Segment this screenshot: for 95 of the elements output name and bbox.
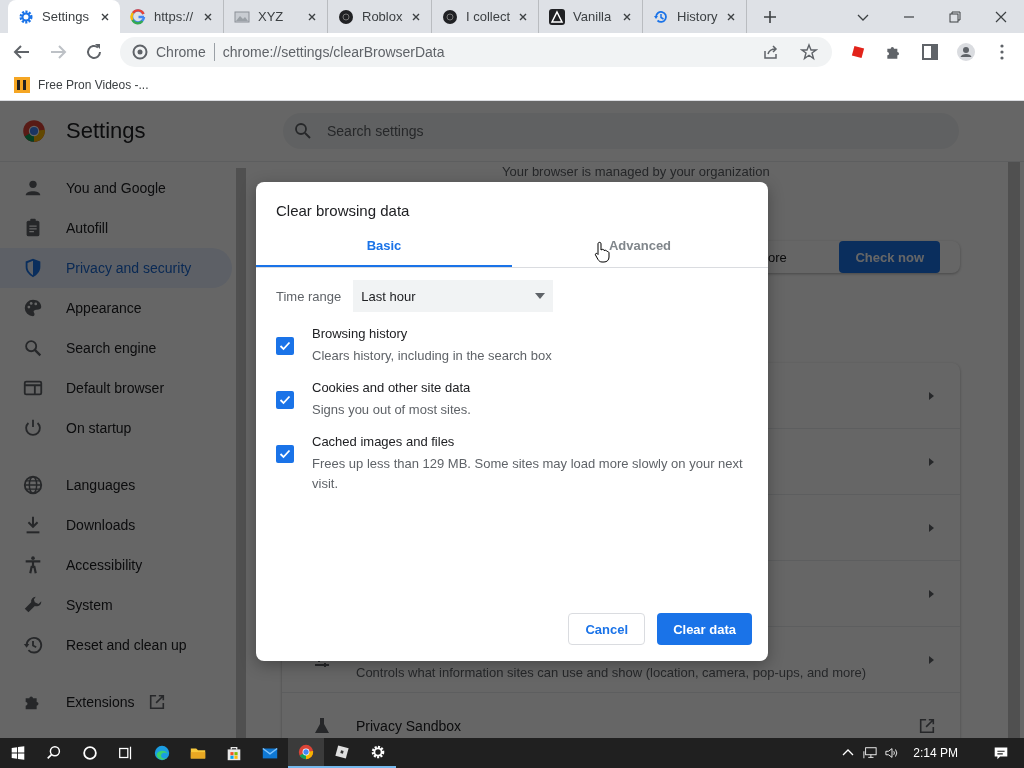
search-field[interactable]: Search settings: [283, 113, 959, 149]
nav-item[interactable]: Reset and clean up: [0, 625, 232, 665]
arrow-right-icon[interactable]: [926, 390, 936, 401]
address-bar[interactable]: Chrome chrome://settings/clearBrowserData: [120, 36, 832, 67]
nav-item[interactable]: Privacy and security: [0, 248, 232, 288]
browser-tab[interactable]: Settings: [8, 0, 120, 33]
history-icon: [653, 8, 670, 25]
option-label: Browsing history: [312, 326, 409, 342]
arrow-right-icon[interactable]: [926, 588, 936, 599]
image-icon: [234, 8, 250, 25]
dark-circle-icon: [442, 8, 458, 25]
caret-icon: [535, 293, 546, 299]
option-description: Signs you out of most sites.: [312, 401, 471, 419]
flask-icon: [312, 715, 332, 736]
nav-item[interactable]: Languages: [0, 465, 232, 505]
shopping-bag-icon: [225, 744, 243, 762]
page-title: Settings: [66, 118, 146, 144]
history-icon: [22, 634, 44, 656]
close-icon[interactable]: [622, 11, 633, 22]
scrollbar[interactable]: [236, 168, 246, 738]
taskbar-app[interactable]: [288, 738, 324, 768]
clock-time[interactable]: 2:14 PM: [913, 746, 958, 760]
search-icon: [293, 121, 313, 141]
arrow-right-icon[interactable]: [926, 654, 936, 665]
bookmark[interactable]: Free Pron Videos -...: [14, 77, 149, 93]
google-g-icon: [130, 8, 146, 25]
gear-icon: [369, 743, 387, 761]
nav-item[interactable]: Search engine: [0, 328, 232, 368]
hand-cursor-icon: [594, 241, 610, 263]
globe-icon: [22, 474, 44, 496]
tab-title: Settings: [42, 9, 90, 24]
nav-item[interactable]: Downloads: [0, 505, 232, 545]
close-icon[interactable]: [411, 11, 421, 22]
row-title: Privacy Sandbox: [356, 717, 462, 734]
close-icon[interactable]: [100, 11, 110, 22]
close-icon[interactable]: [307, 11, 317, 22]
tab-title: I collect: [466, 9, 511, 24]
edge-logo-icon: [153, 744, 171, 762]
restore-icon[interactable]: [948, 9, 962, 24]
card-text: ore: [768, 249, 787, 265]
option-description: Frees up less than 129 MB. Some sites may load more slowly on your next visit.: [312, 455, 744, 493]
tab-title: XYZ: [258, 9, 285, 24]
option-description: Clears history, including in the search box: [312, 347, 552, 365]
site-icon: [14, 77, 30, 93]
nav-item[interactable]: System: [0, 585, 232, 625]
gear-icon: [18, 8, 34, 25]
close-icon[interactable]: [994, 9, 1008, 24]
nav-item[interactable]: Default browser: [0, 368, 232, 408]
checkbox[interactable]: [276, 445, 294, 463]
check-now-button[interactable]: Check now: [839, 241, 940, 273]
chrome-logo-icon: [132, 43, 148, 60]
dialog-tab[interactable]: Advanced: [512, 233, 768, 267]
tab-title: Roblox: [362, 9, 403, 24]
option-label: Cached images and files: [312, 434, 456, 450]
close-icon[interactable]: [518, 11, 529, 22]
close-icon[interactable]: [726, 11, 737, 22]
tab-title: History: [677, 9, 719, 24]
new-tab-icon[interactable]: [763, 9, 778, 24]
dialog-tab[interactable]: Basic: [256, 233, 512, 267]
nav-item[interactable]: Extensions: [0, 682, 232, 722]
nav-item[interactable]: Autofill: [0, 208, 232, 248]
dialog-title: Clear browsing data: [275, 201, 411, 219]
chrome-logo-icon: [22, 119, 46, 143]
cancel-button[interactable]: Cancel: [568, 613, 646, 645]
url-text: chrome://settings/clearBrowserData: [222, 43, 445, 60]
star-icon[interactable]: [800, 42, 818, 61]
network-icon[interactable]: [863, 746, 878, 760]
tab-title: Vanilla: [573, 9, 613, 24]
dark-circle-icon: [338, 8, 354, 25]
time-range-dropdown[interactable]: Last hour: [353, 280, 554, 312]
clear-data-button[interactable]: Clear data: [657, 613, 752, 645]
managed-notice: Your browser is managed by your organization: [502, 164, 771, 179]
power-icon: [22, 417, 44, 439]
nav-item[interactable]: You and Google: [0, 168, 232, 208]
search-icon: [22, 337, 44, 359]
nav-item[interactable]: Accessibility: [0, 545, 232, 585]
external-link-icon[interactable]: [918, 716, 936, 735]
share-icon[interactable]: [762, 42, 780, 61]
checkbox[interactable]: [276, 391, 294, 409]
field-label: Time range: [276, 288, 342, 304]
option-label: Cookies and other site data: [312, 380, 471, 396]
checkbox[interactable]: [276, 337, 294, 355]
scrollbar[interactable]: [1008, 162, 1020, 738]
site-label: Chrome: [156, 43, 206, 60]
triangle-logo-icon: [549, 8, 566, 25]
palette-icon: [22, 297, 44, 319]
arrow-right-icon[interactable]: [926, 456, 936, 467]
tab-title: https://: [154, 9, 195, 24]
nav-item[interactable]: On startup: [0, 408, 232, 448]
arrow-right-icon[interactable]: [926, 522, 936, 533]
nav-item[interactable]: Appearance: [0, 288, 232, 328]
speaker-icon[interactable]: [885, 746, 900, 760]
close-icon[interactable]: [203, 11, 213, 22]
chrome-logo-icon: [297, 743, 315, 761]
row-description: Controls what information sites can use and show (location, camera, pop-ups, and more): [356, 665, 867, 680]
